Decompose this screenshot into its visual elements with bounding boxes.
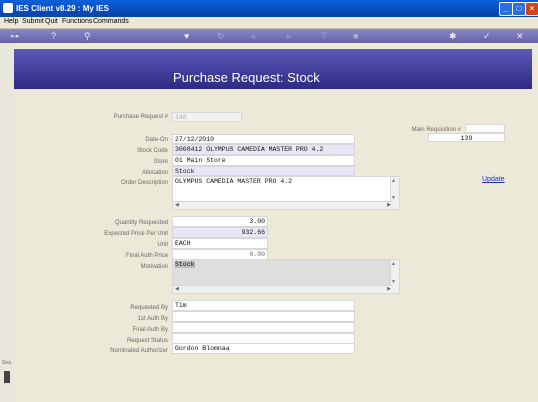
scroll-right-icon[interactable]: ▶ xyxy=(387,202,391,208)
minimize-icon[interactable]: _ xyxy=(499,2,513,16)
forward-icon[interactable]: » xyxy=(286,30,291,42)
unit-field[interactable]: EACH xyxy=(172,238,268,249)
final-auth-by-field[interactable] xyxy=(172,322,355,333)
window-titlebar: IES Client v8.29 : My IES _ □ × xyxy=(0,0,538,17)
order-description-textarea[interactable]: OLYMPUS CAMEDIA MASTER PRO 4.2 ▲ ▼ ◀ ▶ xyxy=(172,176,400,210)
request-status-label: Request Status xyxy=(126,338,168,344)
scroll-up-icon[interactable]: ▲ xyxy=(392,261,395,267)
left-sidebar: Sea xyxy=(0,43,15,402)
refresh-icon[interactable]: ↻ xyxy=(217,30,225,42)
cancel-icon[interactable]: ✕ xyxy=(516,30,524,42)
page-header: Purchase Request: Stock xyxy=(14,49,532,89)
scroll-left-icon[interactable]: ◀ xyxy=(175,202,179,208)
main-requisition-field[interactable] xyxy=(465,124,505,133)
menu-submit[interactable]: Submit xyxy=(22,18,44,25)
help-icon[interactable]: ? xyxy=(51,30,56,42)
final-auth-price-label: Final Auth Price xyxy=(125,253,168,259)
first-auth-field[interactable] xyxy=(172,311,355,322)
menu-quit[interactable]: Quit xyxy=(45,18,58,25)
scroll-left-icon[interactable]: ◀ xyxy=(175,286,179,292)
check-icon[interactable]: ✓ xyxy=(483,30,491,42)
purchase-request-field: 140 xyxy=(172,112,242,122)
update-link[interactable]: Update xyxy=(482,176,505,183)
purchase-request-label: Purchase Request # xyxy=(113,114,168,120)
order-description-text: OLYMPUS CAMEDIA MASTER PRO 4.2 xyxy=(175,178,293,185)
expected-price-field[interactable]: 932.66 xyxy=(172,227,268,238)
close-window-icon[interactable]: × xyxy=(525,2,538,16)
quantity-label: Quantity Requested xyxy=(114,220,168,226)
settings-icon[interactable]: ✱ xyxy=(449,30,457,42)
unit-label: Unit xyxy=(157,242,168,248)
order-description-hscroll[interactable]: ◀ ▶ xyxy=(173,201,393,209)
stock-code-label: Stock Code xyxy=(136,148,168,154)
stock-code-field[interactable]: 3008412 OLYMPUS CAMEDIA MASTER PRO 4.2 xyxy=(172,144,355,155)
nominated-authorizer-label: Nominated Authorizer xyxy=(110,348,168,354)
sidebar-tab-label[interactable]: Sea xyxy=(2,360,11,366)
scroll-up-icon[interactable]: ▲ xyxy=(392,178,395,184)
quantity-field[interactable]: 3.00 xyxy=(172,216,268,227)
window-title: IES Client v8.29 : My IES xyxy=(16,4,109,13)
menu-commands[interactable]: Commands xyxy=(93,18,129,25)
tree-icon[interactable]: ⊤ xyxy=(320,30,328,42)
toolbar: ⊶ ? ⚲ ♥ ↻ « » ⊤ ■ ✱ ✓ ✕ xyxy=(0,29,538,43)
search-icon[interactable]: ⚲ xyxy=(84,30,91,42)
menu-functions[interactable]: Functions xyxy=(62,18,92,25)
sidebar-tab-icon[interactable] xyxy=(4,371,10,383)
user-ref-field[interactable]: 139 xyxy=(428,133,505,142)
date-on-label: Date-On xyxy=(145,137,168,143)
key-icon[interactable]: ⊶ xyxy=(10,30,19,42)
requested-by-field[interactable]: Tim xyxy=(172,300,355,311)
final-auth-by-label: Final Auth By xyxy=(132,327,168,333)
first-auth-label: 1st Auth By xyxy=(137,316,168,322)
app-icon xyxy=(3,3,13,13)
menu-help[interactable]: Help xyxy=(4,18,18,25)
motivation-hscroll[interactable]: ◀ ▶ xyxy=(173,285,393,293)
maximize-icon[interactable]: □ xyxy=(512,2,526,16)
stop-icon[interactable]: ■ xyxy=(353,30,358,42)
motivation-text: Stock xyxy=(175,261,195,268)
page-title: Purchase Request: Stock xyxy=(173,70,320,85)
store-label: Store xyxy=(153,159,168,165)
nominated-authorizer-field[interactable]: Gordon Blomnaa xyxy=(172,343,355,354)
heart-icon[interactable]: ♥ xyxy=(184,30,189,42)
motivation-label: Motivation xyxy=(140,264,168,270)
store-field[interactable]: 01 Main Store xyxy=(172,155,355,166)
expected-price-label: Expected Price Per Unit xyxy=(104,231,168,237)
scroll-right-icon[interactable]: ▶ xyxy=(387,286,391,292)
requested-by-label: Requested By xyxy=(130,305,168,311)
order-description-label: Order Description xyxy=(120,180,168,186)
motivation-textarea[interactable]: Stock ▲ ▼ ◀ ▶ xyxy=(172,259,400,294)
back-icon[interactable]: « xyxy=(251,30,256,42)
date-on-field[interactable]: 27/12/2010 xyxy=(172,134,355,144)
allocation-label: Allocation xyxy=(141,170,168,176)
allocation-field[interactable]: Stock xyxy=(172,166,355,176)
menu-bar: Help Submit Quit Functions Commands xyxy=(0,17,538,29)
